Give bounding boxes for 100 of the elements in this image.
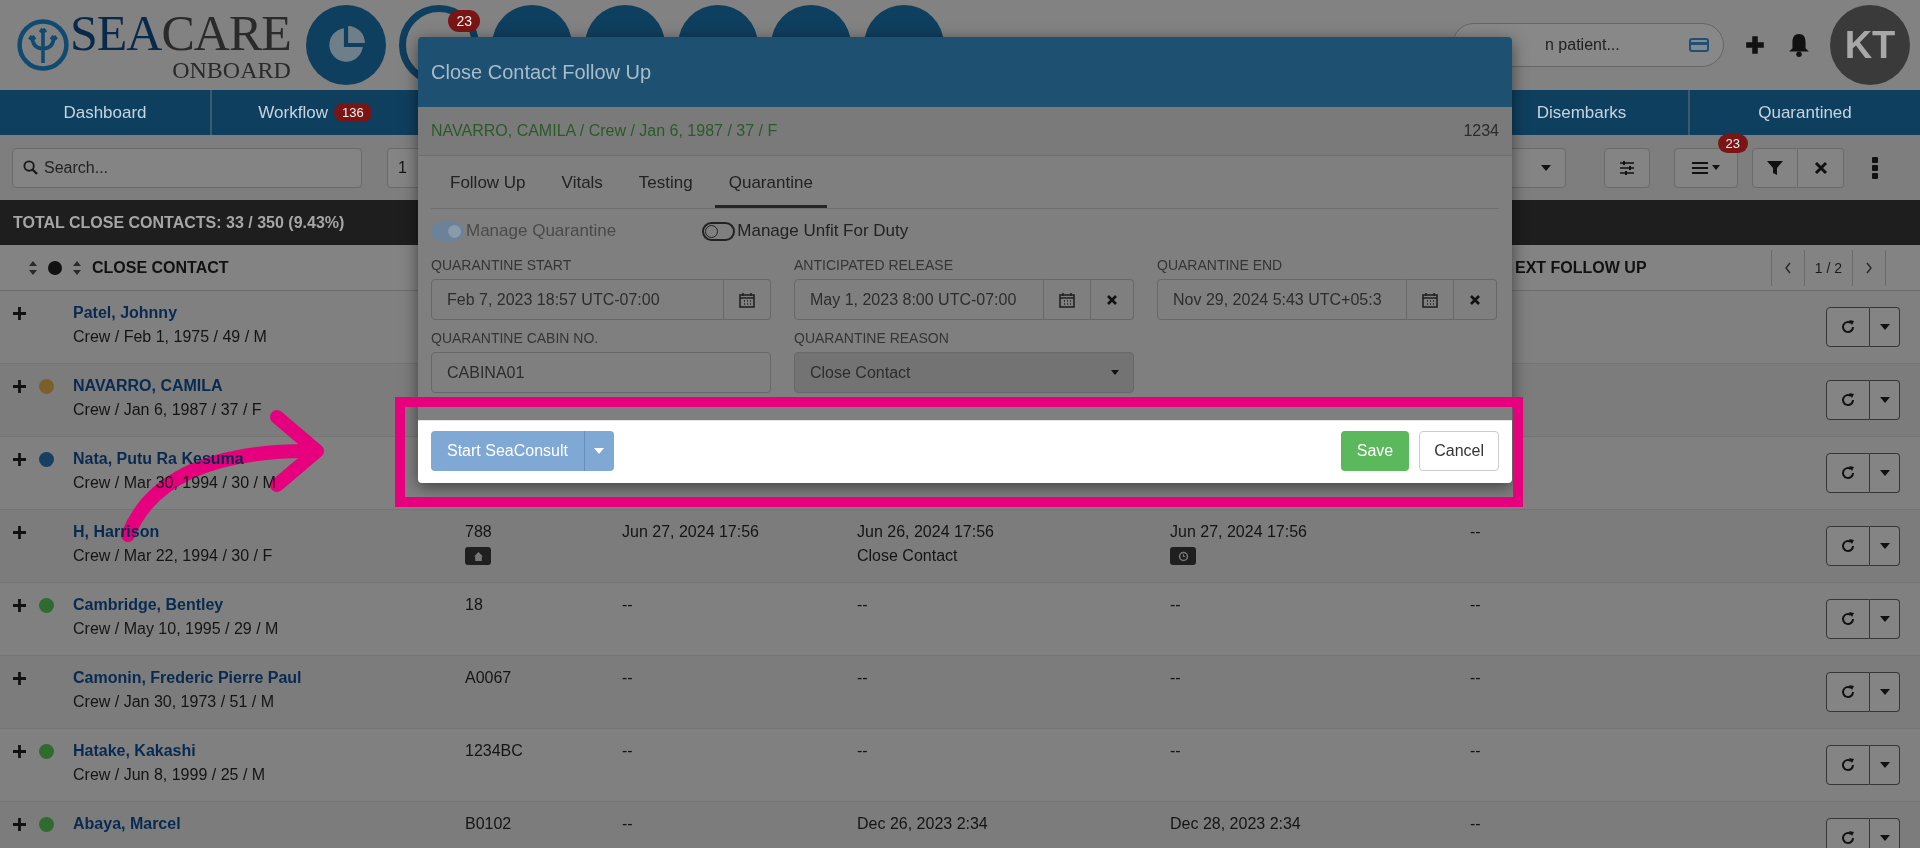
dropdown-button[interactable] xyxy=(1870,380,1900,420)
plus-icon[interactable] xyxy=(13,380,26,393)
table-cell: -- xyxy=(1470,669,1481,687)
caret-icon xyxy=(1879,397,1890,403)
text-field[interactable]: CABINA01 xyxy=(431,352,771,393)
modal-title: Close Contact Follow Up xyxy=(431,60,652,84)
contact-details: Crew / Feb 1, 1975 / 49 / M xyxy=(73,328,267,346)
plus-icon[interactable] xyxy=(13,672,26,685)
calendar-button[interactable] xyxy=(1044,279,1091,320)
caret-icon xyxy=(1879,835,1890,841)
calendar-icon xyxy=(739,291,755,308)
plus-icon[interactable] xyxy=(13,307,26,320)
date-field[interactable]: Nov 29, 2024 5:43 UTC+05:3 xyxy=(1157,279,1407,320)
contact-name-link[interactable]: NAVARRO, CAMILA xyxy=(73,377,223,395)
refresh-button[interactable] xyxy=(1826,526,1870,566)
dropdown-button[interactable] xyxy=(1870,672,1900,712)
field-label: QUARANTINE REASON xyxy=(794,330,950,346)
id-card-icon xyxy=(1689,38,1709,52)
dropdown-button[interactable] xyxy=(583,431,614,471)
contact-details: Crew / Jan 30, 1973 / 51 / M xyxy=(73,693,274,711)
tab[interactable]: Testing xyxy=(624,173,707,208)
filter-button[interactable] xyxy=(1752,147,1798,188)
contact-name-link[interactable]: Cambridge, Bentley xyxy=(73,596,224,614)
start-consult-button[interactable]: Start SeaConsult xyxy=(431,431,584,471)
sort-icon[interactable] xyxy=(28,259,38,276)
table-cell: 18 xyxy=(465,596,483,614)
contact-name-link[interactable]: Camonin, Frederic Pierre Paul xyxy=(73,669,302,687)
table-cell: Dec 28, 2023 2:34 xyxy=(1170,815,1301,833)
list-view-button[interactable] xyxy=(1674,147,1738,188)
nav-tab[interactable]: Quarantined xyxy=(1690,90,1920,135)
contact-name-link[interactable]: Patel, Johnny xyxy=(73,304,178,322)
logo-subtitle: ONBOARD xyxy=(172,58,291,82)
plus-icon[interactable] xyxy=(13,818,26,831)
sort-icon[interactable] xyxy=(72,259,82,276)
toggle-switch[interactable] xyxy=(702,221,736,241)
refresh-icon xyxy=(1840,684,1856,700)
refresh-icon xyxy=(1840,465,1856,481)
plus-icon[interactable] xyxy=(13,453,26,466)
refresh-button[interactable] xyxy=(1826,818,1870,848)
calendar-button[interactable] xyxy=(724,279,771,320)
table-cell: A0067 xyxy=(465,669,512,687)
toggle-label: Manage Unfit For Duty xyxy=(737,221,909,241)
field-label: QUARANTINE START xyxy=(431,257,573,273)
save-button[interactable]: Save xyxy=(1340,431,1410,471)
clear-filter-button[interactable] xyxy=(1798,147,1844,188)
dropdown-button[interactable] xyxy=(1870,307,1900,347)
table-cell: -- xyxy=(622,815,633,833)
more-options-icon[interactable] xyxy=(1872,156,1878,179)
plus-icon[interactable] xyxy=(13,745,26,758)
calendar-icon xyxy=(1059,291,1075,308)
caret-icon xyxy=(1879,762,1890,768)
table-cell: -- xyxy=(622,669,633,687)
date-field[interactable]: May 1, 2023 8:00 UTC-07:00 xyxy=(794,279,1044,320)
tab[interactable]: Follow Up xyxy=(436,173,540,208)
table-cell: -- xyxy=(1470,523,1481,541)
clear-button[interactable] xyxy=(1091,279,1134,320)
column-header[interactable]: EXT FOLLOW UP xyxy=(1515,258,1647,276)
bell-icon[interactable] xyxy=(1788,33,1810,57)
date-field[interactable]: Feb 7, 2023 18:57 UTC-07:00 xyxy=(431,279,724,320)
dropdown-button[interactable] xyxy=(1870,599,1900,639)
refresh-button[interactable] xyxy=(1826,599,1870,639)
refresh-button[interactable] xyxy=(1826,453,1870,493)
plus-icon[interactable] xyxy=(13,599,26,612)
plus-icon[interactable] xyxy=(13,526,26,539)
logo-text: SEACARE xyxy=(70,8,291,58)
caret-icon xyxy=(594,448,605,454)
close-icon xyxy=(1813,160,1828,175)
contact-name-link[interactable]: Abaya, Marcel xyxy=(73,815,181,833)
plus-icon[interactable] xyxy=(1744,34,1766,56)
table-cell: -- xyxy=(1170,669,1181,687)
home-badge-icon xyxy=(465,547,491,565)
select-field[interactable]: Close Contact xyxy=(794,352,1134,393)
refresh-icon xyxy=(1840,611,1856,627)
tab[interactable]: Vitals xyxy=(547,173,617,208)
cancel-button[interactable]: Cancel xyxy=(1419,431,1499,471)
dropdown-button[interactable] xyxy=(1870,526,1900,566)
close-icon xyxy=(1469,293,1481,306)
table-cell: 1234BC xyxy=(465,742,523,760)
patient-info: NAVARRO, CAMILA / Crew / Jan 6, 1987 / 37 / F xyxy=(431,122,778,140)
table-cell: -- xyxy=(1470,742,1481,760)
field-label: QUARANTINE END xyxy=(1157,257,1284,273)
table-cell: Jun 26, 2024 17:56 xyxy=(857,523,994,541)
refresh-icon xyxy=(1840,757,1856,773)
refresh-button[interactable] xyxy=(1826,307,1870,347)
column-header[interactable]: CLOSE CONTACT xyxy=(92,258,229,277)
refresh-icon xyxy=(1840,830,1856,846)
refresh-button[interactable] xyxy=(1826,745,1870,785)
dropdown-button[interactable] xyxy=(1870,818,1900,848)
dropdown-button[interactable] xyxy=(1870,745,1900,785)
dropdown-button[interactable] xyxy=(1870,453,1900,493)
table-cell: Jun 27, 2024 17:56 xyxy=(622,523,759,541)
calendar-button[interactable] xyxy=(1407,279,1454,320)
refresh-button[interactable] xyxy=(1826,380,1870,420)
refresh-button[interactable] xyxy=(1826,672,1870,712)
search-field[interactable]: Search... xyxy=(12,147,362,188)
sliders-button[interactable] xyxy=(1604,147,1650,188)
user-avatar[interactable]: KT xyxy=(1830,5,1910,85)
clear-button[interactable] xyxy=(1454,279,1497,320)
contact-name-link[interactable]: Hatake, Kakashi xyxy=(73,742,196,760)
tab[interactable]: Quarantine xyxy=(714,173,827,208)
